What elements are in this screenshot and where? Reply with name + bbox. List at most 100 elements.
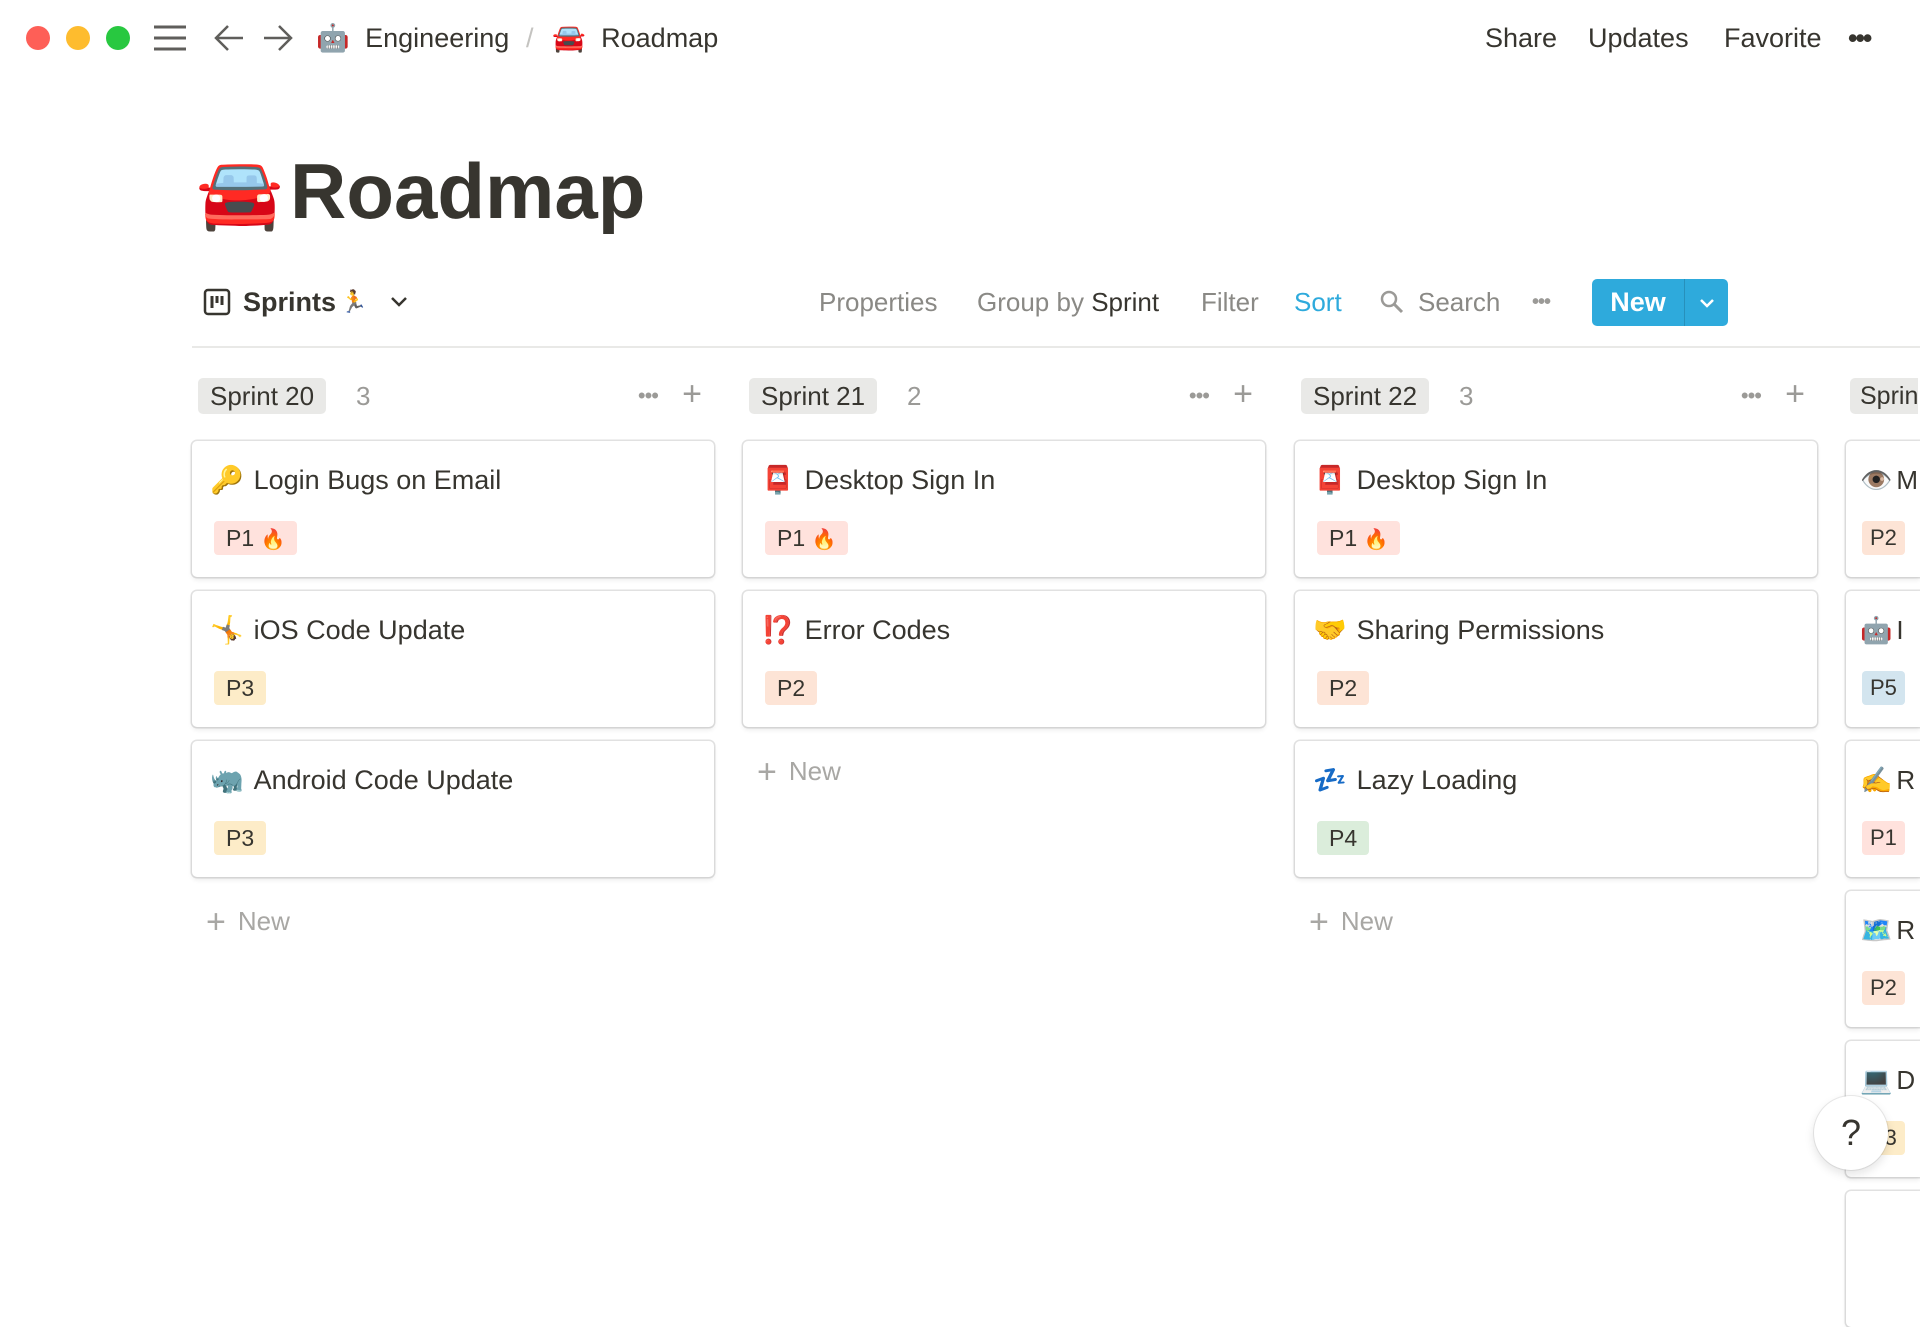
add-card-label: New [1340,906,1393,936]
card-icon: 🔑 [210,465,244,496]
priority-tag: P3 [214,821,267,855]
more-options-icon[interactable]: ••• [1848,20,1872,56]
card-title: 👁️ M [1860,461,1918,500]
card-title-text: R [1896,915,1916,945]
column-count: 3 [1459,381,1474,411]
page-title[interactable]: Roadmap [290,146,645,236]
sort-button[interactable]: Sort [1294,284,1342,320]
view-more-icon[interactable]: ••• [1532,284,1551,320]
priority-tag: P2 [1317,671,1370,705]
new-button[interactable]: New [1592,279,1684,326]
board-card[interactable]: 👁️ M P2 [1846,441,1920,577]
board-column: Sprint 22 3 ••• + 📮 Desktop Sign In P1 🔥 🤝 Shari… [1295,374,1817,940]
column-count: 3 [356,381,371,411]
board-card[interactable]: 🤸 iOS Code Update P3 [192,591,714,727]
breadcrumb-roadmap[interactable]: 🚘 Roadmap [552,20,718,57]
breadcrumb-engineering[interactable]: 🤖 Engineering [316,20,509,57]
view-selector[interactable]: Sprints 🏃 [203,284,409,320]
priority-tag: P2 [1862,971,1905,1005]
new-dropdown-button[interactable] [1684,279,1728,326]
card-title: 🤸 iOS Code Update [210,611,465,650]
add-card-label: New [788,756,841,786]
board-card[interactable]: 🦏 Android Code Update P3 [192,741,714,877]
column-count: 2 [907,381,922,411]
priority-label: P2 [1870,975,1897,1000]
close-window-button[interactable] [26,26,50,50]
column-add-icon[interactable]: + [1233,376,1253,412]
chevron-down-icon [1699,298,1714,308]
board-column: Sprint 21 2 ••• + 📮 Desktop Sign In P1 🔥 ⁉️ Erro… [743,374,1265,790]
card-icon: 🤖 [1860,616,1893,646]
fire-icon: 🔥 [260,527,286,551]
column-more-icon[interactable]: ••• [638,378,659,414]
board-card[interactable] [1846,1191,1920,1327]
card-icon: 🦏 [210,765,244,796]
add-card-button[interactable]: + New [757,753,841,790]
group-by-value: Sprint [1091,287,1160,317]
column-add-icon[interactable]: + [1785,376,1805,412]
card-title: ✍️ R [1860,761,1915,800]
add-card-button[interactable]: + New [206,903,290,940]
board-card[interactable]: 📮 Desktop Sign In P1 🔥 [1295,441,1817,577]
chevron-down-icon [391,297,408,307]
priority-tag: P5 [1862,671,1905,705]
column-more-icon[interactable]: ••• [1741,378,1762,414]
sprint-tag[interactable]: Sprint 21 [749,378,878,414]
column-add-icon[interactable]: + [682,376,702,412]
search-button[interactable]: Search [1380,284,1500,320]
back-arrow-icon[interactable] [214,24,244,57]
forward-arrow-icon[interactable] [263,24,293,57]
add-card-button[interactable]: + New [1309,903,1393,940]
view-name: Sprints [243,286,337,317]
board-card[interactable]: 💤 Lazy Loading P4 [1295,741,1817,877]
priority-tag: P2 [1862,521,1905,555]
board-card[interactable]: ✍️ R P1 [1846,741,1920,877]
board-card[interactable]: 🗺️ R P2 [1846,891,1920,1027]
priority-label: P1 [1870,825,1897,850]
board-card[interactable]: ⁉️ Error Codes P2 [743,591,1265,727]
card-title-text: Login Bugs on Email [253,465,502,495]
toolbar-divider [192,346,1920,348]
group-by-button[interactable]: Group by Sprint [977,284,1159,320]
favorite-button[interactable]: Favorite [1724,20,1822,56]
card-title-text: iOS Code Update [253,615,466,645]
add-card-label: New [237,906,290,936]
properties-button[interactable]: Properties [819,284,938,320]
column-header: Sprint 20 3 ••• + [192,374,714,418]
card-title-text: Desktop Sign In [804,465,996,495]
sprint-tag[interactable]: Sprint 20 [198,378,327,414]
search-label: Search [1418,287,1501,317]
sprint-tag[interactable]: Sprint 22 [1301,378,1430,414]
board-card[interactable]: 🤝 Sharing Permissions P2 [1295,591,1817,727]
new-button-group: New [1592,279,1728,326]
column-more-icon[interactable]: ••• [1189,378,1210,414]
card-title-text: Sharing Permissions [1356,615,1605,645]
card-title: 🤖 I [1860,611,1904,650]
card-title: 📮 Desktop Sign In [1313,461,1547,500]
fire-icon: 🔥 [811,527,837,551]
sprint-tag[interactable]: Sprin [1850,378,1919,414]
board-card[interactable]: 📮 Desktop Sign In P1 🔥 [743,441,1265,577]
updates-button[interactable]: Updates [1588,20,1689,56]
board-view-icon [203,288,231,316]
card-title: 📮 Desktop Sign In [761,461,995,500]
breadcrumb-label: Roadmap [601,23,719,53]
sidebar-menu-icon[interactable] [154,24,186,52]
priority-tag: P3 [214,671,267,705]
board-card[interactable]: 🔑 Login Bugs on Email P1 🔥 [192,441,714,577]
filter-button[interactable]: Filter [1201,284,1259,320]
card-title-text: I [1896,615,1904,645]
priority-label: P1 [777,525,806,551]
priority-tag: P1 🔥 [765,521,849,555]
share-button[interactable]: Share [1485,20,1557,56]
card-icon: 📮 [1313,465,1347,496]
minimize-window-button[interactable] [66,26,90,50]
fire-icon: 🔥 [1363,527,1389,551]
card-icon: 👁️ [1860,466,1893,496]
zoom-window-button[interactable] [106,26,130,50]
page-icon[interactable]: 🚘 [196,150,283,236]
card-icon: ✍️ [1860,766,1893,796]
priority-tag: P2 [765,671,818,705]
board-card[interactable]: 🤖 I P5 [1846,591,1920,727]
help-button[interactable]: ? [1814,1096,1888,1170]
